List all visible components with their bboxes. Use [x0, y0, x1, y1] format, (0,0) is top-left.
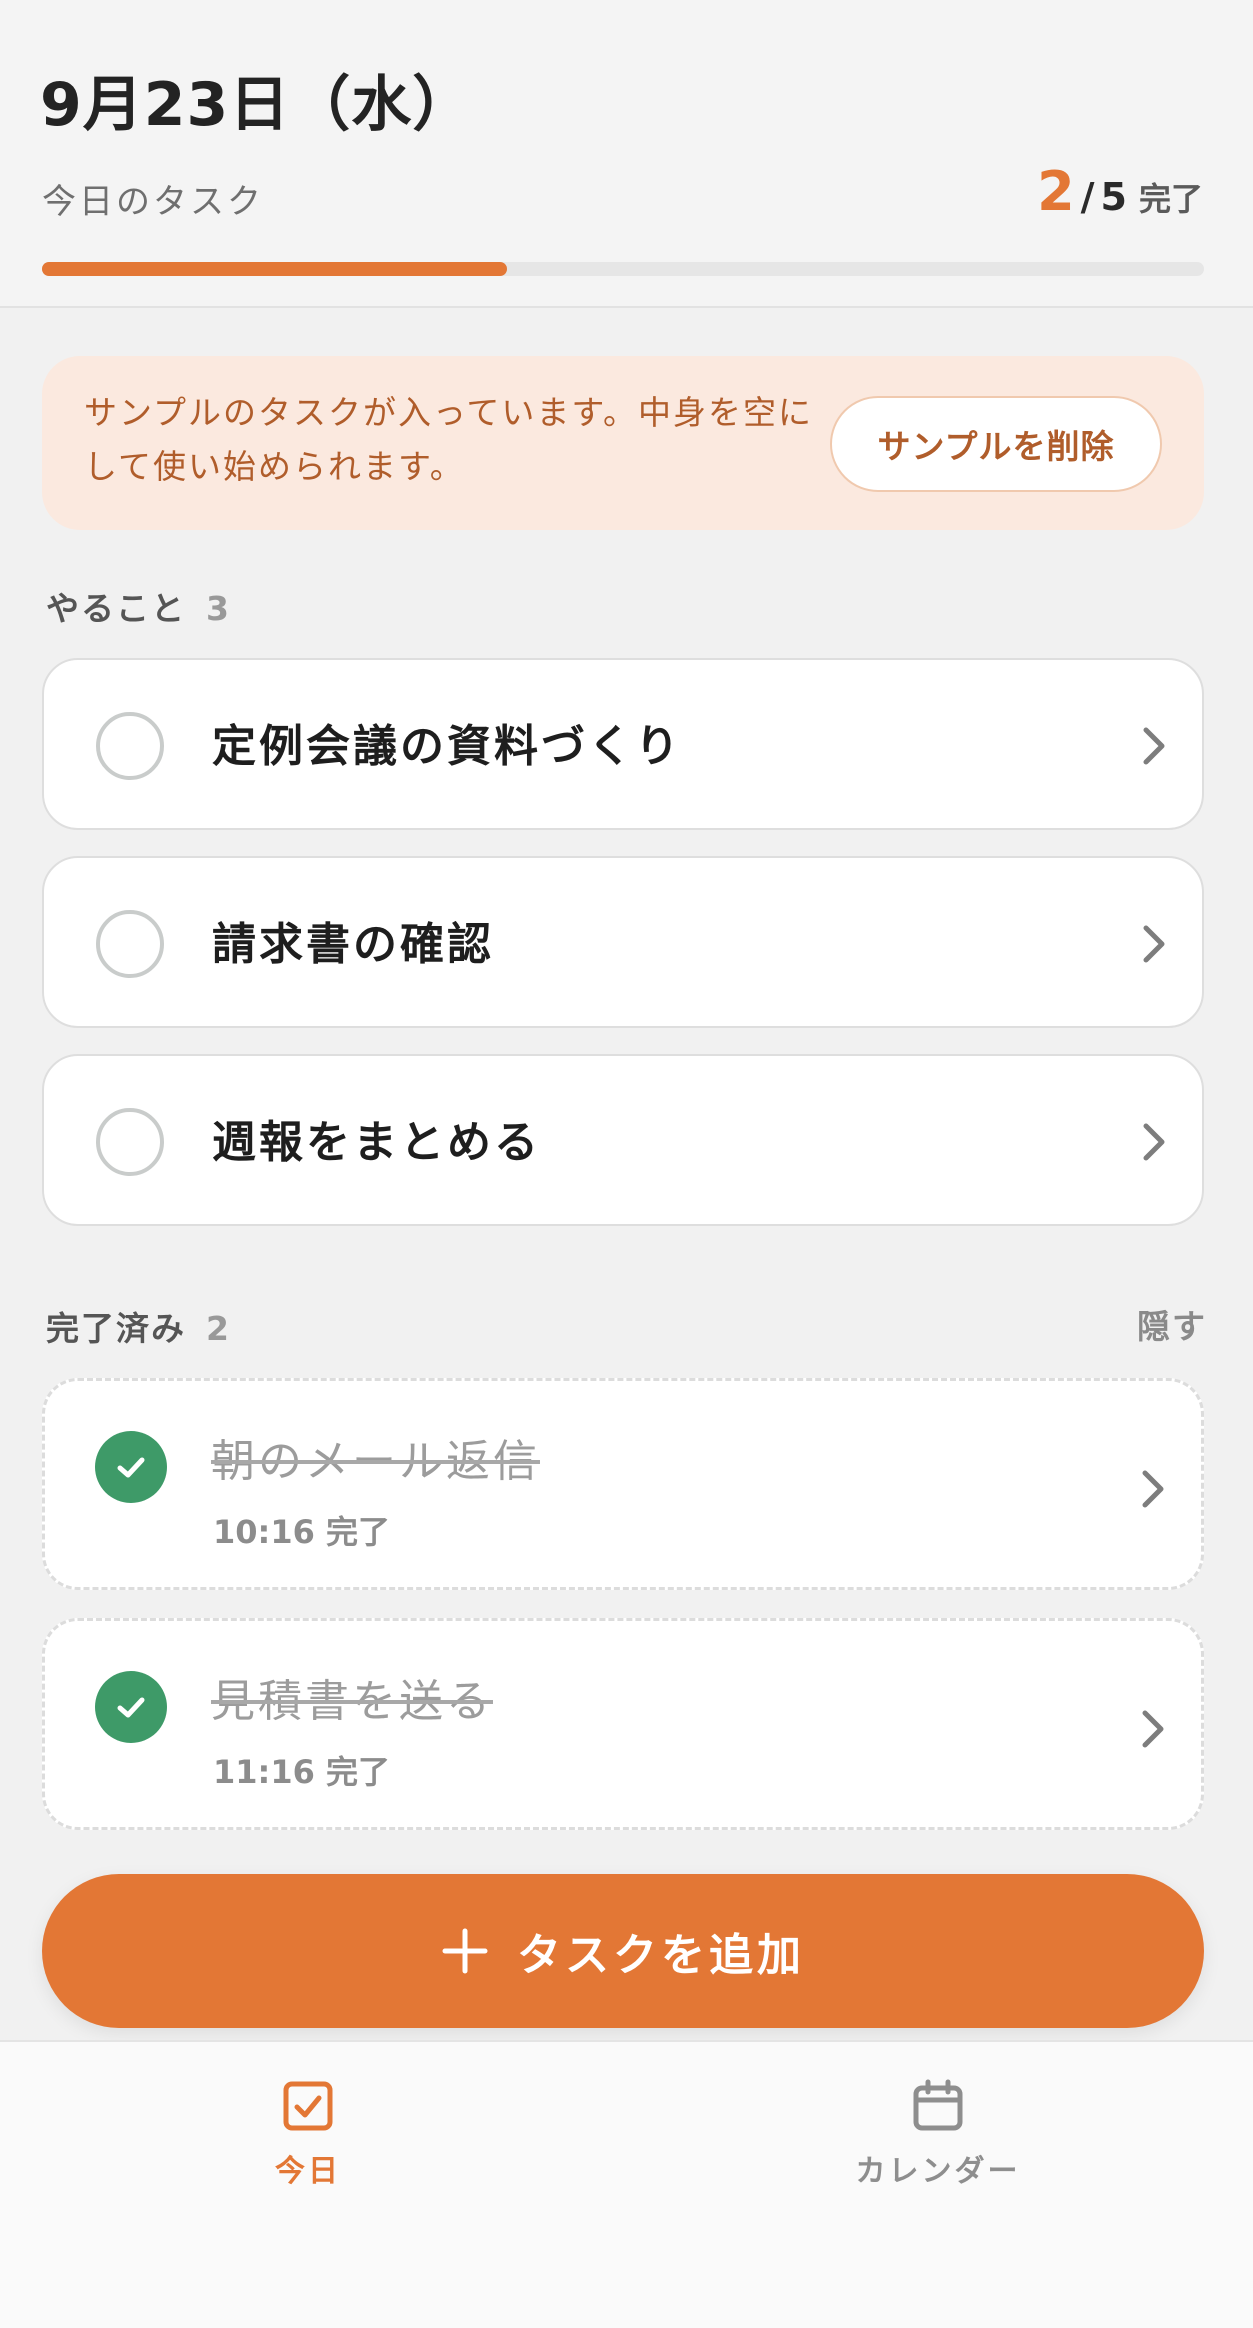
add-task-button[interactable]: タスクを追加 [42, 1874, 1204, 2028]
total-count: 5 [1100, 175, 1127, 219]
task-checkbox[interactable] [96, 712, 164, 780]
chevron-right-icon [1143, 1123, 1165, 1161]
sample-notice-text: サンプルのタスクが入っています。中身を空にして使い始められます。 [84, 393, 814, 486]
task-card[interactable]: 週報をまとめる [42, 1054, 1204, 1226]
task-card[interactable]: 定例会議の資料づくり [42, 658, 1204, 830]
completed-time: 10:16 完了 [213, 1513, 391, 1551]
done-section-label: 完了済み [46, 1309, 186, 1348]
done-label: 完了 [1138, 180, 1203, 218]
task-checkbox[interactable] [96, 1108, 164, 1176]
todo-section-count: 3 [206, 589, 231, 628]
chevron-right-icon [1143, 925, 1165, 963]
todo-section-label: やること [46, 589, 186, 628]
task-title: 見積書を送る [211, 1676, 493, 1727]
today-screen: 9月23日（水） 今日のタスク 2 / 5 完了 サンプルのタスクが入っています… [0, 0, 1253, 2328]
task-title: 朝のメール返信 [211, 1436, 540, 1487]
nav-label-today: 今日 [275, 2154, 341, 2189]
done-count: 2 [1037, 160, 1075, 223]
add-task-label: タスクを追加 [517, 1930, 805, 1981]
completed-time: 11:16 完了 [213, 1753, 391, 1791]
plus-icon [442, 1928, 488, 1974]
progress-bar [42, 262, 1204, 276]
task-card[interactable]: 請求書の確認 [42, 856, 1204, 1028]
nav-tab-today[interactable]: 今日 [178, 2078, 438, 2190]
task-checkbox[interactable] [96, 910, 164, 978]
chevron-right-icon [1142, 1710, 1164, 1748]
task-checked[interactable] [95, 1431, 167, 1503]
hide-completed-button[interactable]: 隠す [1137, 1300, 1207, 1348]
calendar-icon [913, 2079, 963, 2131]
done-section-count: 2 [206, 1309, 231, 1348]
page-title-date: 9月23日（水） [40, 70, 474, 140]
chevron-right-icon [1142, 1470, 1164, 1508]
task-title: 請求書の確認 [212, 919, 494, 970]
nav-label-calendar: カレンダー [855, 2154, 1021, 2189]
header: 9月23日（水） 今日のタスク 2 / 5 完了 [0, 0, 1253, 308]
task-title: 週報をまとめる [212, 1117, 541, 1168]
count-separator: / [1080, 175, 1095, 219]
chevron-right-icon [1143, 727, 1165, 765]
delete-samples-button[interactable]: サンプルを削除 [830, 396, 1162, 492]
checkbox-icon [283, 2081, 333, 2131]
progress-counter: 2 / 5 完了 [1037, 160, 1203, 223]
nav-tab-calendar[interactable]: カレンダー [808, 2078, 1068, 2190]
done-section-header: 完了済み 2 [46, 1302, 231, 1350]
check-icon [117, 1697, 145, 1718]
todo-section-header: やること 3 [46, 582, 231, 630]
check-icon [117, 1457, 145, 1478]
sample-notice: サンプルのタスクが入っています。中身を空にして使い始められます。 サンプルを削除 [42, 356, 1204, 530]
page-subtitle: 今日のタスク [42, 182, 264, 222]
task-checked[interactable] [95, 1671, 167, 1743]
bottom-nav: 今日 カレンダー [0, 2040, 1253, 2328]
task-title: 定例会議の資料づくり [212, 721, 682, 772]
progress-bar-fill [42, 262, 507, 276]
completed-task-card[interactable]: 見積書を送る 11:16 完了 [42, 1618, 1204, 1830]
completed-task-card[interactable]: 朝のメール返信 10:16 完了 [42, 1378, 1204, 1590]
